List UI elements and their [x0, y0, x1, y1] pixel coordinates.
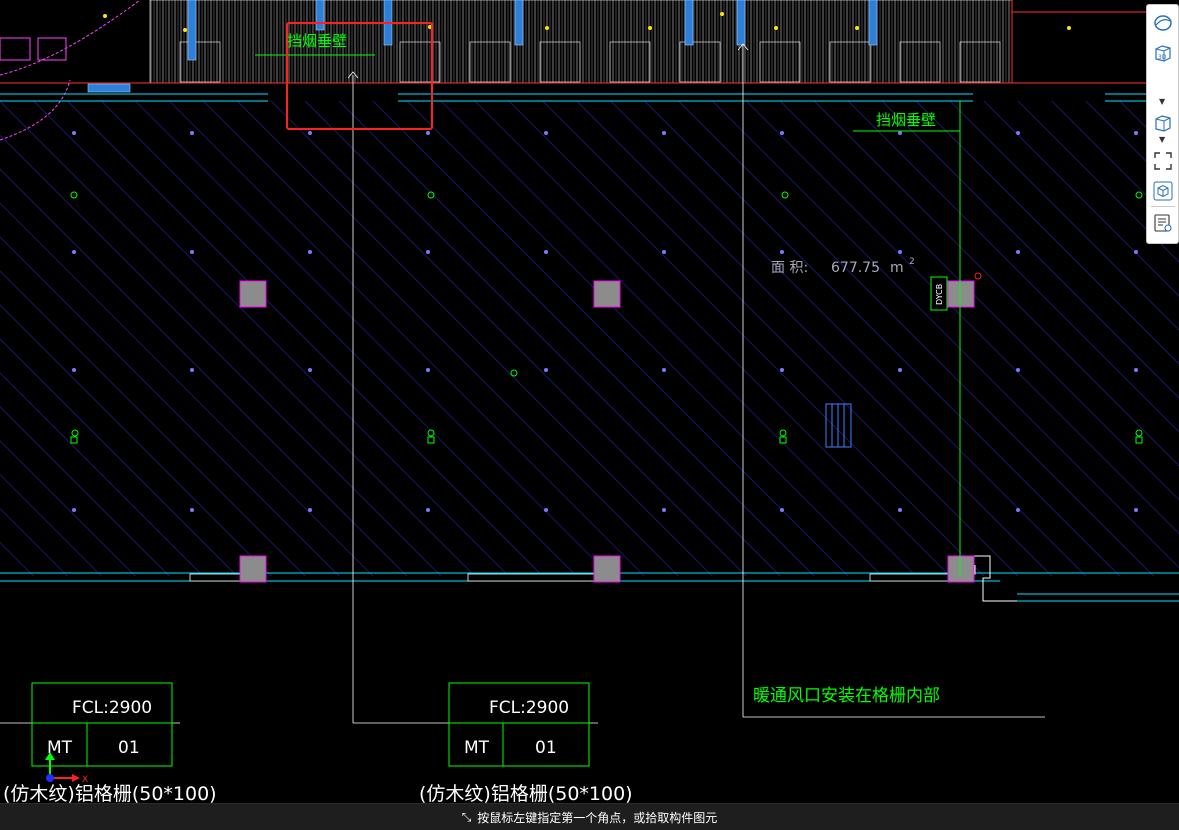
material-tag-1[interactable]: FCL:2900 MT 01 (仿木纹)铝格栅(50*100)	[3, 682, 217, 803]
tag-description: (仿木纹)铝格栅(50*100)	[419, 783, 633, 803]
tag-number: 01	[535, 738, 557, 758]
area-unit-exponent: 2	[909, 257, 915, 267]
view-cube-icon[interactable]	[1152, 112, 1174, 134]
smoke-wall-label-right[interactable]: 挡烟垂壁	[876, 111, 936, 129]
material-tag-2[interactable]: FCL:2900 MT 01 (仿木纹)铝格栅(50*100)	[419, 682, 633, 803]
area-value: 677.75	[831, 260, 880, 276]
area-unit: m	[890, 260, 904, 276]
zoom-extents-icon[interactable]	[1152, 150, 1174, 172]
hatched-room-area	[0, 93, 1179, 602]
hvac-note[interactable]: 暖通风口安装在格栅内部	[753, 686, 940, 706]
tag-description: (仿木纹)铝格栅(50*100)	[3, 783, 217, 803]
dycb-tag[interactable]: DYCB	[935, 284, 944, 305]
view-3d-icon[interactable]: 3D	[1152, 42, 1174, 64]
orbit-view-icon[interactable]	[1152, 12, 1174, 34]
svg-text:3D: 3D	[1158, 54, 1167, 61]
ucs-x-label: X	[82, 775, 88, 785]
command-status-bar: ⤡ 按鼠标左键指定第一个角点，或拾取构件图元	[0, 803, 1179, 830]
tag-fcl: FCL:2900	[489, 698, 569, 718]
tag-fcl: FCL:2900	[72, 698, 152, 718]
tag-code: MT	[464, 738, 490, 758]
properties-icon[interactable]	[1152, 212, 1174, 234]
area-label: 面 积:	[771, 260, 808, 276]
command-prompt-text: 按鼠标左键指定第一个角点，或拾取构件图元	[477, 810, 718, 825]
view-toolbar: 3D ▼ ▼	[1146, 4, 1179, 244]
chevron-down-icon[interactable]: ▼	[1159, 98, 1165, 106]
chevron-down-icon[interactable]: ▼	[1159, 136, 1165, 144]
cursor-icon: ⤡	[461, 809, 472, 824]
tag-number: 01	[118, 738, 140, 758]
component-select-icon[interactable]	[1152, 180, 1174, 202]
smoke-wall-label-top[interactable]: 挡烟垂壁	[287, 32, 347, 50]
cad-drawing-canvas[interactable]: 挡烟垂壁 挡烟垂壁 面 积: 677.75 m 2 DYCB 暖通风口安装在格栅…	[0, 0, 1179, 803]
